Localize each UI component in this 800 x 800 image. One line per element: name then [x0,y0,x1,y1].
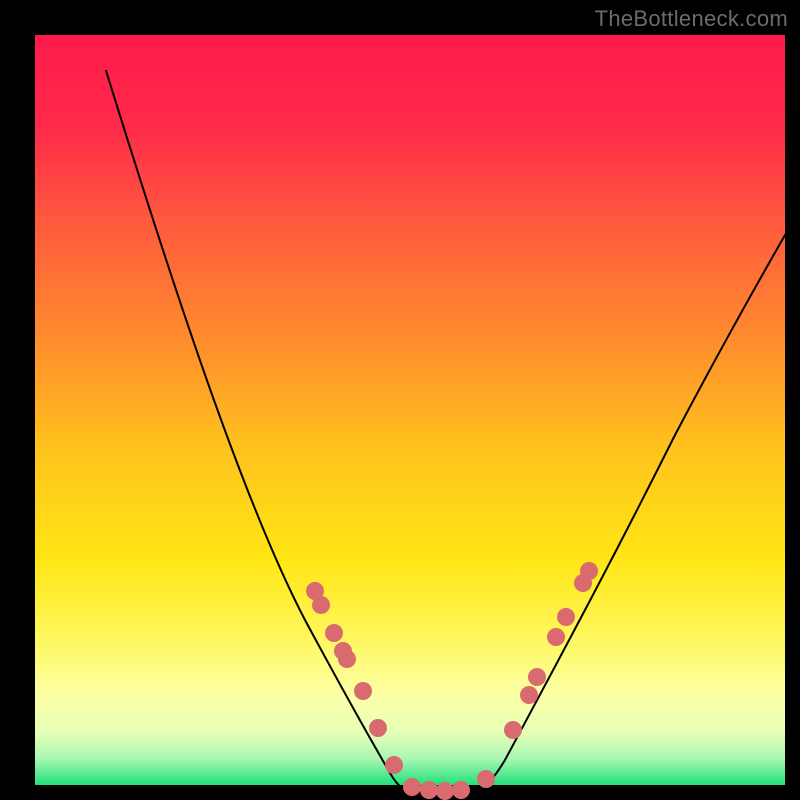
chart-svg [0,0,800,800]
data-marker [520,686,538,704]
data-marker [338,650,356,668]
chart-frame: TheBottleneck.com [0,0,800,800]
data-marker [385,756,403,774]
data-marker [547,628,565,646]
data-marker [580,562,598,580]
data-marker [420,781,438,799]
data-marker [452,781,470,799]
data-marker [528,668,546,686]
data-marker [325,624,343,642]
data-marker [436,782,454,800]
plot-background [35,35,785,785]
data-marker [403,778,421,796]
data-marker [477,770,495,788]
data-marker [369,719,387,737]
data-marker [312,596,330,614]
data-marker [504,721,522,739]
data-marker [354,682,372,700]
watermark-text: TheBottleneck.com [595,6,788,32]
data-marker [557,608,575,626]
